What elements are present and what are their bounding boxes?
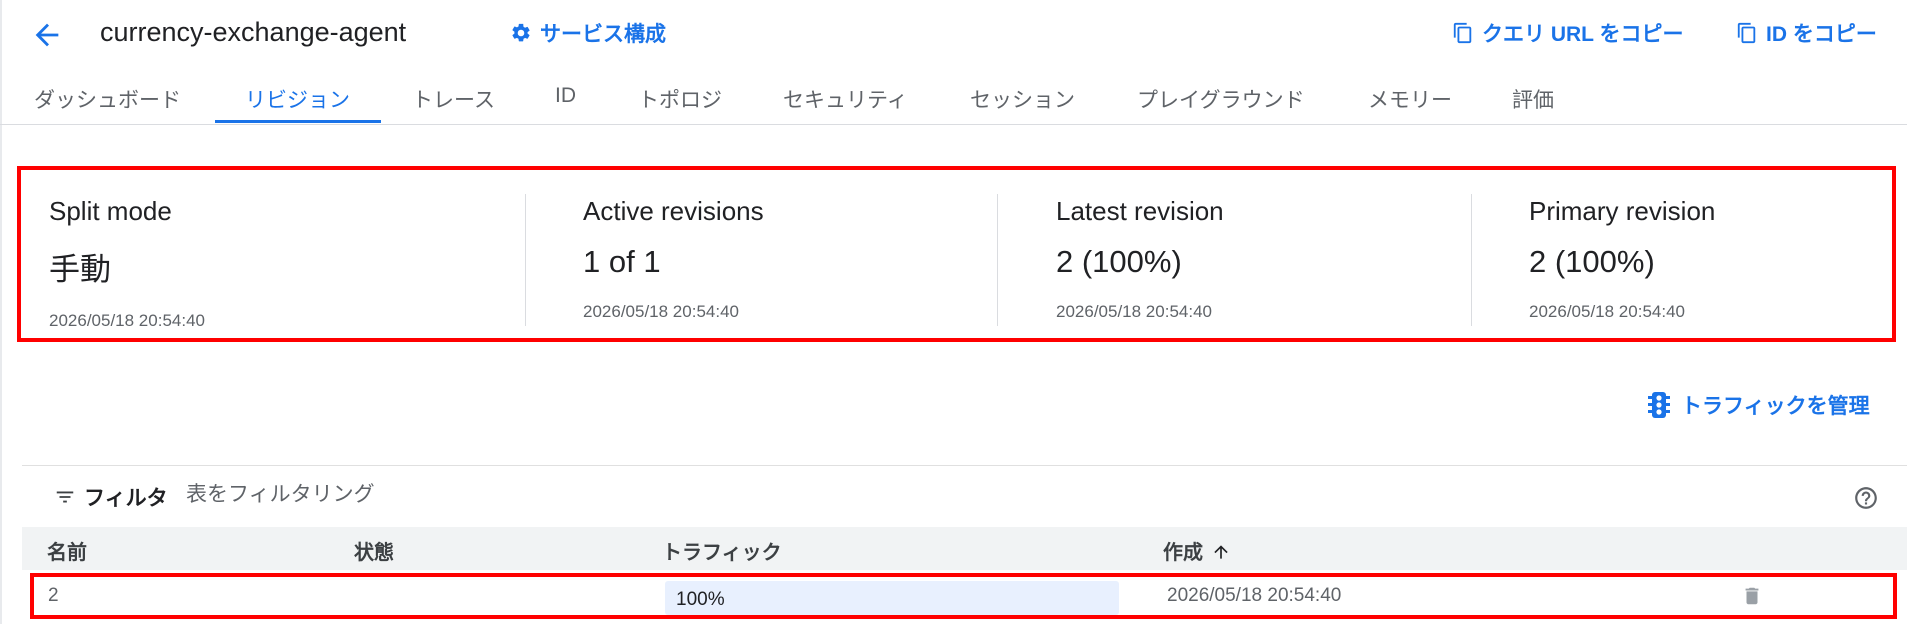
revision-summary-card: Split mode 手動 2026/05/18 20:54:40 Active… (17, 166, 1896, 342)
revision-name[interactable]: 2 (48, 585, 59, 607)
column-header-name[interactable]: 名前 (47, 536, 87, 565)
gear-icon (512, 23, 530, 42)
stat-timestamp: 2026/05/18 20:54:40 (1056, 302, 1212, 321)
tab-dashboard[interactable]: ダッシュボード (34, 84, 181, 114)
stat-timestamp: 2026/05/18 20:54:40 (49, 311, 205, 330)
table-header (22, 527, 1907, 570)
created-time: 2026/05/18 20:54:40 (1167, 585, 1342, 606)
tab-security[interactable]: セキュリティ (783, 84, 908, 114)
tab-memory[interactable]: メモリー (1368, 84, 1452, 114)
tab-playground[interactable]: プレイグラウンド (1137, 84, 1305, 114)
tab-topology[interactable]: トポロジ (638, 84, 722, 114)
stat-label: Primary revision (1529, 196, 1716, 226)
filter-icon[interactable] (54, 486, 76, 508)
copy-query-url-button[interactable]: クエリ URL をコピー (1452, 18, 1683, 48)
stat-label: Split mode (49, 196, 172, 226)
column-header-created[interactable]: 作成 (1163, 536, 1231, 565)
back-arrow-icon[interactable] (30, 18, 64, 52)
tab-sessions[interactable]: セッション (970, 84, 1075, 114)
stat-value: 手動 (49, 252, 111, 287)
stat-label: Latest revision (1056, 196, 1224, 226)
service-config-button[interactable]: サービス構成 (510, 18, 666, 48)
column-header-traffic[interactable]: トラフィック (662, 536, 782, 565)
primary-revision-stat: Primary revision 2 (100%) 2026/05/18 20:… (1529, 196, 1715, 322)
traffic-value: 100% (676, 589, 725, 610)
stat-divider (1471, 194, 1472, 326)
stat-timestamp: 2026/05/18 20:54:40 (1529, 302, 1685, 321)
arrow-up-icon (1214, 545, 1228, 559)
table-row[interactable]: 2 100% 2026/05/18 20:54:40 (30, 573, 1897, 619)
manage-traffic-label: トラフィックを管理 (1681, 395, 1870, 418)
stat-divider (525, 194, 526, 326)
split-mode-stat: Split mode 手動 2026/05/18 20:54:40 (49, 196, 205, 331)
tab-traces[interactable]: トレース (412, 84, 495, 114)
stat-divider (997, 194, 998, 326)
tab-evaluation[interactable]: 評価 (1512, 84, 1554, 114)
trash-icon[interactable] (1741, 583, 1763, 609)
manage-traffic-button[interactable]: トラフィックを管理 (1647, 390, 1870, 420)
stat-timestamp: 2026/05/18 20:54:40 (583, 302, 739, 321)
tab-id[interactable]: ID (555, 84, 576, 108)
column-header-created-label: 作成 (1163, 542, 1203, 564)
active-tab-indicator (215, 120, 381, 123)
stat-value: 1 of 1 (583, 244, 661, 279)
table-filter-input[interactable] (186, 480, 786, 510)
copy-icon (1453, 22, 1472, 44)
copy-query-url-label: クエリ URL をコピー (1482, 23, 1684, 46)
help-icon[interactable] (1853, 485, 1879, 511)
copy-id-button[interactable]: ID をコピー (1736, 18, 1877, 48)
app-title: currency-exchange-agent (100, 17, 407, 47)
traffic-bar: 100% (665, 581, 1119, 615)
copy-icon (1737, 22, 1756, 44)
stat-value: 2 (100%) (1056, 244, 1182, 279)
service-config-label: サービス構成 (540, 23, 666, 46)
tab-revisions[interactable]: リビジョン (245, 84, 350, 114)
column-header-status[interactable]: 状態 (354, 536, 394, 565)
active-revisions-stat: Active revisions 1 of 1 2026/05/18 20:54… (583, 196, 764, 322)
traffic-light-icon (1648, 392, 1670, 418)
copy-id-label: ID をコピー (1766, 23, 1877, 46)
latest-revision-stat: Latest revision 2 (100%) 2026/05/18 20:5… (1056, 196, 1224, 322)
filter-label: フィルタ (84, 487, 168, 510)
stat-value: 2 (100%) (1529, 244, 1655, 279)
tab-bar: ダッシュボード リビジョン トレース ID トポロジ セキュリティ セッション … (0, 70, 1907, 125)
stat-label: Active revisions (583, 196, 764, 226)
